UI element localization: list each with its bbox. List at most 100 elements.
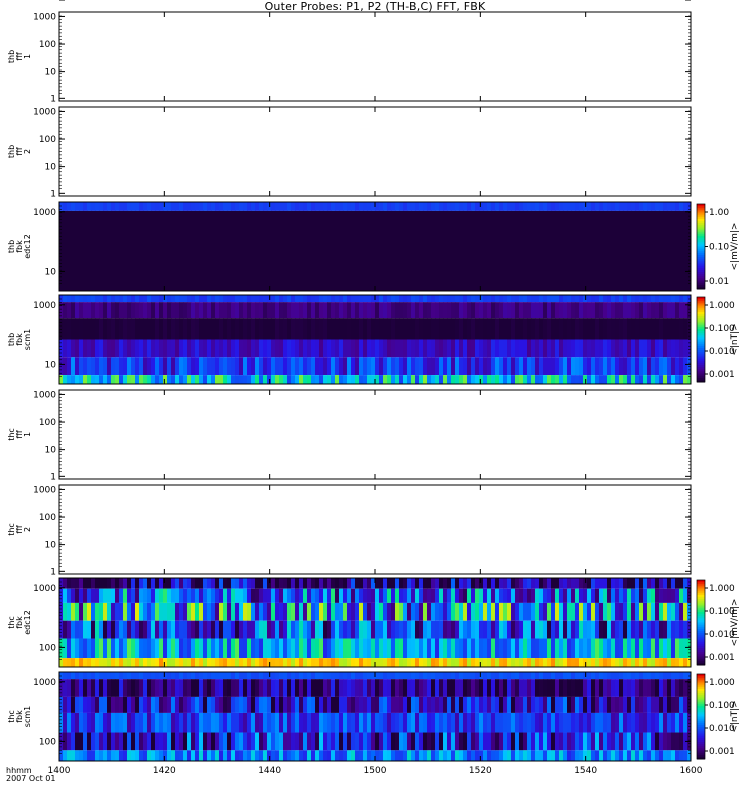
spectrogram-cell	[551, 679, 556, 697]
spectrogram-cell	[63, 295, 68, 303]
spectrogram-cell	[191, 658, 196, 667]
spectrogram-cell	[67, 375, 72, 384]
spectrogram-cell	[259, 658, 264, 667]
spectrogram-cell	[315, 696, 320, 713]
spectrogram-cell	[487, 302, 492, 319]
spectrogram-cell	[179, 318, 184, 340]
spectrogram-cell	[339, 588, 344, 603]
spectrogram-cell	[483, 210, 488, 291]
spectrogram-cell	[95, 732, 100, 751]
spectrogram-cell	[643, 696, 648, 713]
spectrogram-cell	[211, 712, 216, 733]
spectrogram-cell	[519, 679, 524, 697]
spectrogram-cell	[355, 696, 360, 713]
spectrogram-cell	[399, 658, 404, 667]
spectrogram-cell	[543, 202, 548, 211]
spectrogram-cell	[383, 620, 388, 639]
spectrogram-cell	[431, 339, 436, 358]
spectrogram-cell	[491, 302, 496, 319]
spectrogram-cell	[131, 750, 136, 761]
spectrogram-cell	[211, 672, 216, 680]
spectrogram-cell	[339, 295, 344, 303]
spectrogram-cell	[95, 318, 100, 340]
spectrogram-cell	[467, 672, 472, 680]
spectrogram-cell	[307, 357, 312, 376]
spectrogram-cell	[119, 357, 124, 376]
spectrogram-cell	[679, 375, 684, 384]
spectrogram-cell	[151, 750, 156, 761]
spectrogram-cell	[403, 750, 408, 761]
spectrogram-cell	[571, 602, 576, 621]
spectrogram-cell	[447, 578, 452, 589]
spectrogram-cell	[99, 375, 104, 384]
spectrogram-cell	[103, 696, 108, 713]
spectrogram-cell	[79, 750, 84, 761]
spectrogram-cell	[531, 658, 536, 667]
spectrogram-cell	[147, 588, 152, 603]
spectrogram-cell	[151, 679, 156, 697]
spectrogram-cell	[207, 202, 212, 211]
spectrogram-cell	[551, 602, 556, 621]
spectrogram-cell	[379, 679, 384, 697]
spectrogram-cell	[355, 375, 360, 384]
spectrogram-cell	[267, 732, 272, 751]
spectrogram-cell	[411, 210, 416, 291]
spectrogram-cell	[63, 578, 68, 589]
spectrogram-cell	[159, 339, 164, 358]
spectrogram-cell	[307, 210, 312, 291]
spectrogram-cell	[563, 318, 568, 340]
spectrogram-cell	[475, 357, 480, 376]
spectrogram-cell	[595, 672, 600, 680]
spectrogram-cell	[443, 672, 448, 680]
spectrogram-cell	[107, 302, 112, 319]
spectrogram-cell	[535, 578, 540, 589]
spectrogram-cell	[183, 620, 188, 639]
spectrogram-cell	[99, 679, 104, 697]
spectrogram-cell	[207, 318, 212, 340]
spectrogram-cell	[523, 578, 528, 589]
spectrogram-cell	[227, 602, 232, 621]
spectrogram-cell	[211, 638, 216, 659]
colorbar-label: <|nT|>	[730, 323, 740, 355]
spectrogram-cell	[619, 302, 624, 319]
spectrogram-cell	[559, 375, 564, 384]
spectrogram-cell	[495, 318, 500, 340]
spectrogram-cell	[627, 672, 632, 680]
spectrogram-cell	[491, 375, 496, 384]
spectrogram-cell	[415, 672, 420, 680]
spectrogram-cell	[303, 588, 308, 603]
spectrogram-cell	[231, 357, 236, 376]
spectrogram-cell	[175, 750, 180, 761]
spectrogram-cell	[475, 712, 480, 733]
spectrogram-cell	[99, 672, 104, 680]
spectrogram-cell	[155, 339, 160, 358]
spectrogram-cell	[299, 375, 304, 384]
spectrogram-cell	[283, 578, 288, 589]
spectrogram-cell	[559, 638, 564, 659]
spectrogram-cell	[567, 638, 572, 659]
spectrogram-cell	[507, 696, 512, 713]
spectrogram-cell	[415, 679, 420, 697]
spectrogram-cell	[679, 672, 684, 680]
spectrogram-cell	[171, 620, 176, 639]
spectrogram-cell	[167, 712, 172, 733]
spectrogram-cell	[323, 318, 328, 340]
panel-label-line: scm1	[23, 706, 32, 727]
spectrogram-cell	[315, 638, 320, 659]
spectrogram-cell	[631, 620, 636, 639]
spectrogram-cell	[171, 302, 176, 319]
spectrogram-cell	[523, 210, 528, 291]
spectrogram-cell	[623, 672, 628, 680]
spectrogram-cell	[467, 578, 472, 589]
spectrogram-cell	[123, 295, 128, 303]
spectrogram-cell	[575, 658, 580, 667]
y-tick-label: 1	[50, 94, 56, 104]
spectrogram-cell	[275, 295, 280, 303]
spectrogram-cells	[59, 202, 692, 291]
spectrogram-cell	[83, 339, 88, 358]
spectrogram-cell	[599, 679, 604, 697]
spectrogram-cell	[379, 210, 384, 291]
spectrogram-cell	[95, 339, 100, 358]
spectrogram-cell	[247, 732, 252, 751]
spectrogram-cell	[295, 732, 300, 751]
